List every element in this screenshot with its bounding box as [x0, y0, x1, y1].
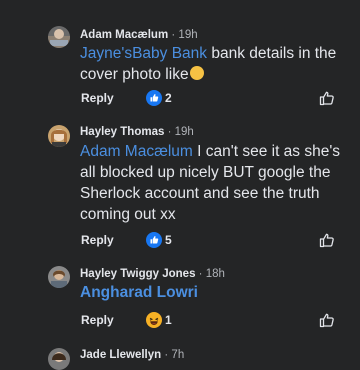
author-name[interactable]: Hayley Thomas	[80, 126, 164, 138]
reaction-summary[interactable]: 2	[146, 90, 172, 106]
comment-text: Angharad Lowri	[80, 282, 350, 303]
author-name[interactable]: Hayley Twiggy Jones	[80, 268, 195, 280]
reply-button[interactable]: Reply	[81, 233, 114, 247]
thumbs-up-outline-icon[interactable]	[319, 90, 335, 106]
reaction-count: 5	[165, 233, 172, 247]
mention-link[interactable]: Jayne'sBaby Bank	[80, 45, 207, 62]
reaction-summary[interactable]: 1	[146, 312, 172, 328]
mention-link[interactable]: Adam Macælum	[80, 143, 193, 160]
comment-time[interactable]: 18h	[206, 268, 225, 280]
reply-button[interactable]: Reply	[81, 91, 114, 105]
comment-author[interactable]: Hayley Twiggy Jones · 18h	[80, 268, 225, 280]
blue-like-reaction-icon	[146, 232, 162, 248]
thumbs-up-outline-icon[interactable]	[319, 232, 335, 248]
separator: ·	[195, 268, 206, 280]
comment-time[interactable]: 19h	[175, 126, 194, 138]
separator: ·	[161, 349, 172, 361]
comment-time[interactable]: 19h	[178, 29, 197, 41]
comment-author[interactable]: Jade Llewellyn · 7h	[80, 349, 184, 361]
reaction-count: 1	[165, 313, 172, 327]
reaction-summary[interactable]: 5	[146, 232, 172, 248]
separator: ·	[164, 126, 175, 138]
reply-button[interactable]: Reply	[81, 313, 114, 327]
comment-text: Adam Macælum I can't see it as she's all…	[80, 141, 350, 225]
mention-link[interactable]: Angharad Lowri	[80, 284, 198, 301]
avatar[interactable]	[48, 266, 70, 288]
reaction-count: 2	[165, 91, 172, 105]
avatar[interactable]	[48, 125, 70, 147]
separator: ·	[168, 29, 179, 41]
blue-like-reaction-icon	[146, 90, 162, 106]
comment-author[interactable]: Hayley Thomas · 19h	[80, 126, 194, 138]
thumbs-up-outline-icon[interactable]	[319, 312, 335, 328]
author-name[interactable]: Jade Llewellyn	[80, 349, 161, 361]
comment-time[interactable]: 7h	[171, 349, 184, 361]
sweat-smile-emoji	[189, 66, 204, 80]
haha-reaction-icon	[146, 312, 162, 328]
author-name[interactable]: Adam Macælum	[80, 29, 168, 41]
comment-text: Jayne'sBaby Bank bank details in the cov…	[80, 43, 350, 85]
comment-author[interactable]: Adam Macælum · 19h	[80, 29, 198, 41]
avatar[interactable]	[48, 26, 70, 48]
avatar[interactable]	[48, 348, 70, 370]
